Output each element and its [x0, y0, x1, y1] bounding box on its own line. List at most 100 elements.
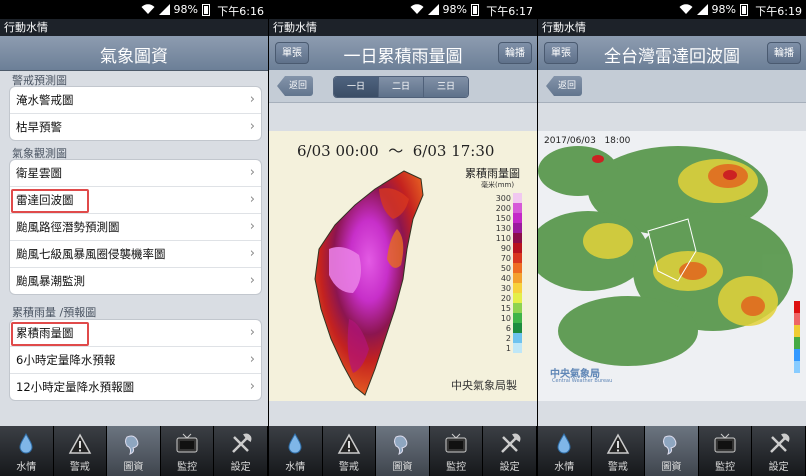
tab-water[interactable]: 水情 [538, 426, 592, 476]
radar-credit-sub: Central Weather Bureau [552, 378, 613, 384]
list-item-satellite[interactable]: 衛星雲圖 › [10, 160, 261, 187]
segment-one-day[interactable]: 一日 [334, 77, 379, 97]
legend-row: 200 [491, 203, 527, 213]
legend-value: 110 [495, 233, 511, 243]
page-title: 氣象圖資 [100, 47, 168, 67]
legend-swatch [513, 233, 522, 243]
tab-label: 圖資 [392, 462, 413, 473]
legend-value: 20 [500, 293, 511, 303]
app-title: 行動水情 [0, 19, 268, 36]
list-item-storm-surge[interactable]: 颱風暴潮監測 › [10, 268, 261, 294]
tab-maps[interactable]: 圖資 [376, 426, 430, 476]
warning-icon [337, 433, 361, 454]
segment-three-day[interactable]: 三日 [424, 77, 468, 97]
tab-label: 設定 [768, 462, 789, 473]
battery-icon [471, 3, 479, 16]
chevron-right-icon: › [249, 325, 255, 340]
tab-label: 監控 [177, 462, 198, 473]
list-group-rainfall: 累積雨量圖 › 6小時定量降水預報 › 12小時定量降水預報圖 › [9, 319, 262, 401]
water-drop-icon [557, 432, 571, 454]
chevron-right-icon: › [249, 246, 255, 261]
chevron-right-icon: › [249, 192, 255, 207]
legend-swatch [513, 303, 522, 313]
carousel-button[interactable]: 輪播 [767, 42, 801, 64]
list-item-12h-forecast[interactable]: 12小時定量降水預報圖 › [10, 374, 261, 400]
legend-row: 110 [491, 233, 527, 243]
legend-value: 2 [505, 333, 511, 343]
tab-monitor[interactable]: 監控 [699, 426, 753, 476]
legend-row: 90 [491, 243, 527, 253]
legend-value: 130 [495, 223, 511, 233]
list-item-radar[interactable]: 雷達回波圖 › [10, 187, 261, 214]
battery-icon [202, 3, 210, 16]
status-bar: 98% 下午6:19 [538, 0, 806, 19]
list-item-flood-warning[interactable]: 淹水警戒圖 › [10, 87, 261, 114]
legend-unit: 毫米(mm) [481, 181, 515, 189]
nav-bar: 單張 一日累積雨量圖 輪播 [269, 36, 537, 71]
tv-monitor-icon [445, 433, 467, 453]
back-button[interactable]: 返回 [546, 76, 583, 96]
tab-maps[interactable]: 圖資 [645, 426, 699, 476]
page-title: 全台灣雷達回波圖 [604, 47, 740, 67]
map-icon [663, 435, 677, 455]
battery-percent: 98% [173, 3, 198, 16]
legend-swatch [513, 223, 522, 233]
legend-row: 2 [491, 333, 527, 343]
chevron-right-icon: › [249, 219, 255, 234]
tab-monitor[interactable]: 監控 [430, 426, 484, 476]
tab-settings[interactable]: 設定 [752, 426, 806, 476]
clock: 下午6:16 [217, 5, 264, 18]
list-item-6h-forecast[interactable]: 6小時定量降水預報 › [10, 347, 261, 374]
segment-two-day[interactable]: 二日 [379, 77, 424, 97]
legend-swatch [513, 203, 522, 213]
tab-settings[interactable]: 設定 [483, 426, 537, 476]
section-label-rainfall: 累積雨量 /預報圖 [12, 306, 97, 319]
tab-label: 設定 [230, 462, 251, 473]
tab-label: 水情 [554, 462, 575, 473]
tab-water[interactable]: 水情 [269, 426, 323, 476]
signal-icon [696, 4, 708, 15]
legend-swatch [513, 253, 522, 263]
list-item-typhoon-track[interactable]: 颱風路徑潛勢預測圖 › [10, 214, 261, 241]
tab-warning[interactable]: 警戒 [54, 426, 108, 476]
tv-monitor-icon [176, 433, 198, 453]
list-item-accumulated-rainfall[interactable]: 累積雨量圖 › [10, 320, 261, 347]
list-item-typhoon-wind-probability[interactable]: 颱風七級風暴風圈侵襲機率圖 › [10, 241, 261, 268]
app-title: 行動水情 [538, 19, 806, 36]
tools-icon [500, 433, 521, 453]
tab-bar: 水情 警戒 圖資 監控 設定 [269, 426, 537, 476]
legend-value: 6 [505, 323, 511, 333]
chevron-right-icon: › [249, 352, 255, 367]
tab-warning[interactable]: 警戒 [323, 426, 377, 476]
back-button[interactable]: 返回 [277, 76, 314, 96]
tab-maps[interactable]: 圖資 [107, 426, 161, 476]
status-bar: 98% 下午6:17 [269, 0, 537, 19]
day-range-segmented-control: 一日 二日 三日 [333, 76, 469, 98]
tab-label: 警戒 [338, 462, 359, 473]
sub-toolbar: 返回 [538, 70, 806, 103]
list-item-drought-warning[interactable]: 枯旱預警 › [10, 114, 261, 140]
screen-daily-rainfall: 98% 下午6:17 行動水情 單張 一日累積雨量圖 輪播 返回 一日 二日 三… [269, 0, 537, 476]
map-date-range: 6/03 00:00 ～ 6/03 17:30 [297, 142, 495, 160]
legend-row: 6 [491, 323, 527, 333]
legend-swatch [513, 243, 522, 253]
legend-value: 90 [500, 243, 511, 253]
tab-monitor[interactable]: 監控 [161, 426, 215, 476]
tab-warning[interactable]: 警戒 [592, 426, 646, 476]
chevron-right-icon: › [249, 165, 255, 180]
legend-swatch [513, 333, 522, 343]
legend-value: 1 [505, 343, 511, 353]
battery-percent: 98% [711, 3, 736, 16]
tv-monitor-icon [714, 433, 736, 453]
legend-value: 40 [500, 273, 511, 283]
taiwan-rainfall-shape [314, 170, 424, 396]
tab-settings[interactable]: 設定 [214, 426, 268, 476]
tab-water[interactable]: 水情 [0, 426, 54, 476]
nav-bar: 單張 全台灣雷達回波圖 輪播 [538, 36, 806, 71]
tab-label: 圖資 [661, 462, 682, 473]
legend-swatch [513, 293, 522, 303]
signal-icon [427, 4, 439, 15]
carousel-button[interactable]: 輪播 [498, 42, 532, 64]
sub-toolbar: 返回 一日 二日 三日 [269, 70, 537, 103]
legend-row: 15 [491, 303, 527, 313]
